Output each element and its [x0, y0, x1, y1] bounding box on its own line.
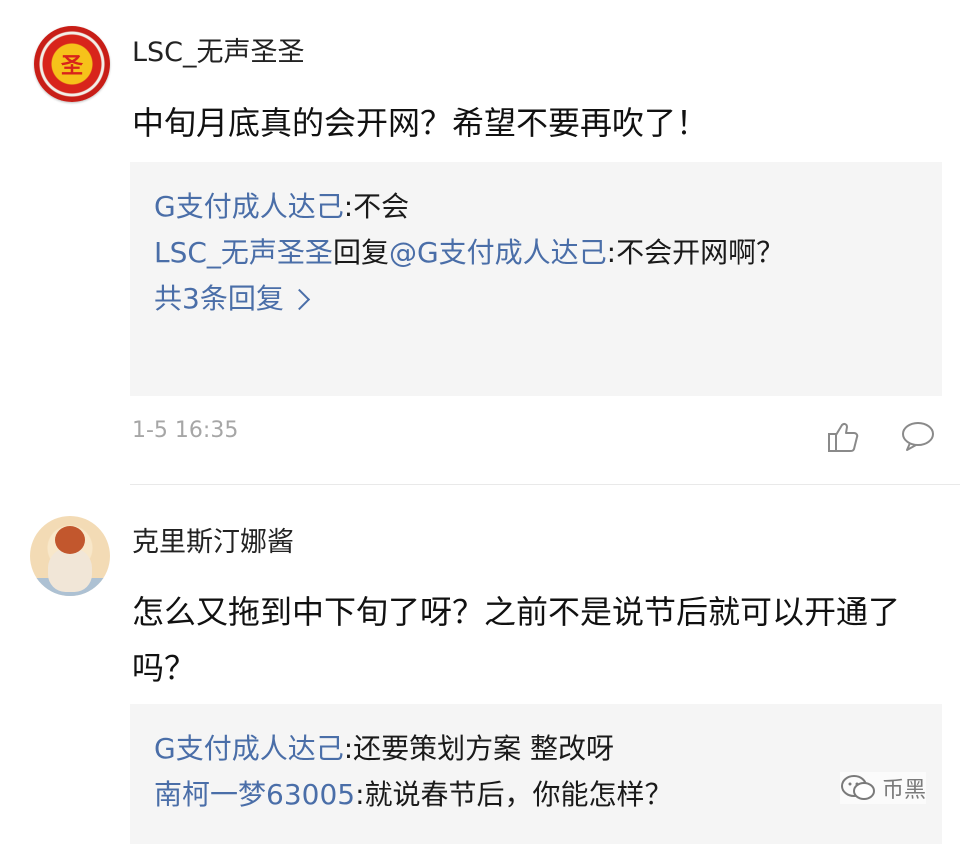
watermark: 币黑 — [840, 772, 927, 804]
avatar[interactable]: 圣 — [34, 26, 110, 102]
more-replies[interactable]: 共3条回复 — [154, 276, 918, 322]
reply-connector: 回复 — [332, 236, 389, 269]
more-replies-label[interactable]: 共3条回复 — [154, 276, 284, 322]
comment-content: 中旬月底真的会开网？希望不要再吹了！ — [132, 104, 709, 142]
reply-author-link[interactable]: G支付成人达己 — [154, 732, 344, 765]
reply-box[interactable]: G支付成人达己:还要策划方案 整改呀 南柯一梦63005:就说春节后，你能怎样？ — [130, 704, 942, 844]
reply-text: :不会开网啊？ — [606, 236, 785, 269]
avatar[interactable] — [30, 516, 110, 596]
reply-item: 南柯一梦63005:就说春节后，你能怎样？ — [154, 772, 918, 818]
avatar-glyph: 圣 — [60, 54, 83, 79]
comment-bubble-icon[interactable] — [900, 420, 936, 452]
reply-text: :不会 — [343, 190, 410, 223]
reply-author-link[interactable]: 南柯一梦63005 — [154, 778, 355, 811]
reply-text: :就说春节后，你能怎样？ — [355, 778, 673, 811]
comment-content: 怎么又拖到中下旬了呀？之前不是说节后就可以开通了吗？ — [132, 593, 901, 687]
comment-timestamp: 1-5 16:35 — [132, 418, 239, 443]
reply-item: G支付成人达己:还要策划方案 整改呀 — [154, 726, 918, 772]
comment-username[interactable]: 克里斯汀娜酱 — [132, 520, 294, 559]
divider — [130, 484, 960, 485]
like-icon[interactable] — [826, 420, 860, 454]
reply-author-link[interactable]: LSC_无声圣圣 — [154, 236, 333, 269]
chevron-right-icon — [288, 288, 310, 310]
reply-item: G支付成人达己:不会 — [154, 184, 918, 230]
reply-author-link[interactable]: G支付成人达己 — [154, 190, 344, 223]
reply-mention-link[interactable]: @G支付成人达己 — [389, 236, 607, 269]
watermark-label: 币黑 — [882, 778, 927, 803]
comment-username[interactable]: LSC_无声圣圣 — [132, 30, 305, 69]
reply-box[interactable]: G支付成人达己:不会 LSC_无声圣圣回复@G支付成人达己:不会开网啊？ 共3条… — [130, 162, 942, 396]
reply-text: :还要策划方案 整改呀 — [343, 732, 615, 765]
reply-item: LSC_无声圣圣回复@G支付成人达己:不会开网啊？ — [154, 230, 874, 276]
wechat-icon — [841, 775, 875, 800]
